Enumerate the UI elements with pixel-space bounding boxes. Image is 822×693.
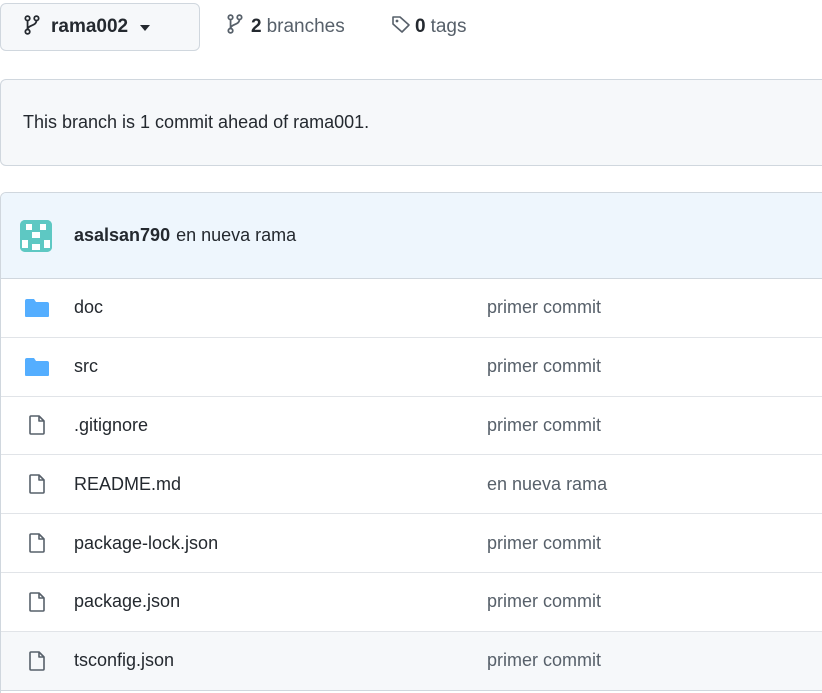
file-commit-link[interactable]: primer commit	[487, 297, 601, 318]
git-branch-icon	[226, 14, 244, 40]
file-row-tsconfig[interactable]: tsconfig.json primer commit	[1, 631, 822, 691]
file-commit-link[interactable]: primer commit	[487, 415, 601, 436]
branches-count: 2	[251, 16, 262, 37]
file-commit-link[interactable]: primer commit	[487, 650, 601, 671]
branch-select-button[interactable]: rama002	[0, 3, 200, 51]
file-name-link[interactable]: README.md	[74, 474, 181, 495]
file-row-package-lock[interactable]: package-lock.json primer commit	[1, 514, 822, 573]
file-row-src[interactable]: src primer commit	[1, 338, 822, 397]
file-list: asalsan790 en nueva rama doc primer comm…	[0, 192, 822, 693]
file-commit-link[interactable]: primer commit	[487, 591, 601, 612]
avatar[interactable]	[20, 219, 52, 252]
file-name-link[interactable]: package-lock.json	[74, 533, 218, 554]
file-name-link[interactable]: doc	[74, 297, 103, 318]
file-name-link[interactable]: tsconfig.json	[74, 650, 174, 671]
file-row-doc[interactable]: doc primer commit	[1, 279, 822, 338]
tags-count: 0	[415, 16, 426, 37]
branches-link[interactable]: 2 branches	[226, 14, 345, 40]
file-row-package[interactable]: package.json primer commit	[1, 573, 822, 632]
file-commit-link[interactable]: primer commit	[487, 356, 601, 377]
file-icon	[23, 531, 51, 555]
file-name-link[interactable]: package.json	[74, 591, 180, 612]
file-icon	[23, 413, 51, 437]
branch-ahead-notice: This branch is 1 commit ahead of rama001…	[0, 79, 822, 166]
file-commit-link[interactable]: en nueva rama	[487, 474, 607, 495]
latest-commit-header: asalsan790 en nueva rama	[1, 193, 822, 279]
tag-icon	[391, 14, 411, 40]
folder-icon	[23, 355, 51, 379]
file-name-link[interactable]: src	[74, 356, 98, 377]
file-row-readme[interactable]: README.md en nueva rama	[1, 455, 822, 515]
branch-name: rama002	[51, 16, 129, 37]
file-name-link[interactable]: .gitignore	[74, 415, 148, 436]
tags-label: tags	[430, 16, 467, 37]
file-icon	[23, 472, 51, 496]
branches-label: branches	[266, 16, 345, 37]
commit-message-link[interactable]: en nueva rama	[176, 225, 296, 246]
repo-toolbar: rama002 2 branches 0 tags	[0, 0, 822, 56]
file-icon	[23, 590, 51, 614]
tags-link[interactable]: 0 tags	[391, 14, 467, 40]
commit-author-link[interactable]: asalsan790	[74, 225, 170, 246]
chevron-down-icon	[140, 25, 151, 31]
file-commit-link[interactable]: primer commit	[487, 533, 601, 554]
file-row-gitignore[interactable]: .gitignore primer commit	[1, 397, 822, 456]
git-branch-icon	[23, 14, 41, 40]
file-icon	[23, 649, 51, 673]
folder-icon	[23, 296, 51, 320]
branch-ahead-text: This branch is 1 commit ahead of rama001…	[23, 112, 370, 132]
